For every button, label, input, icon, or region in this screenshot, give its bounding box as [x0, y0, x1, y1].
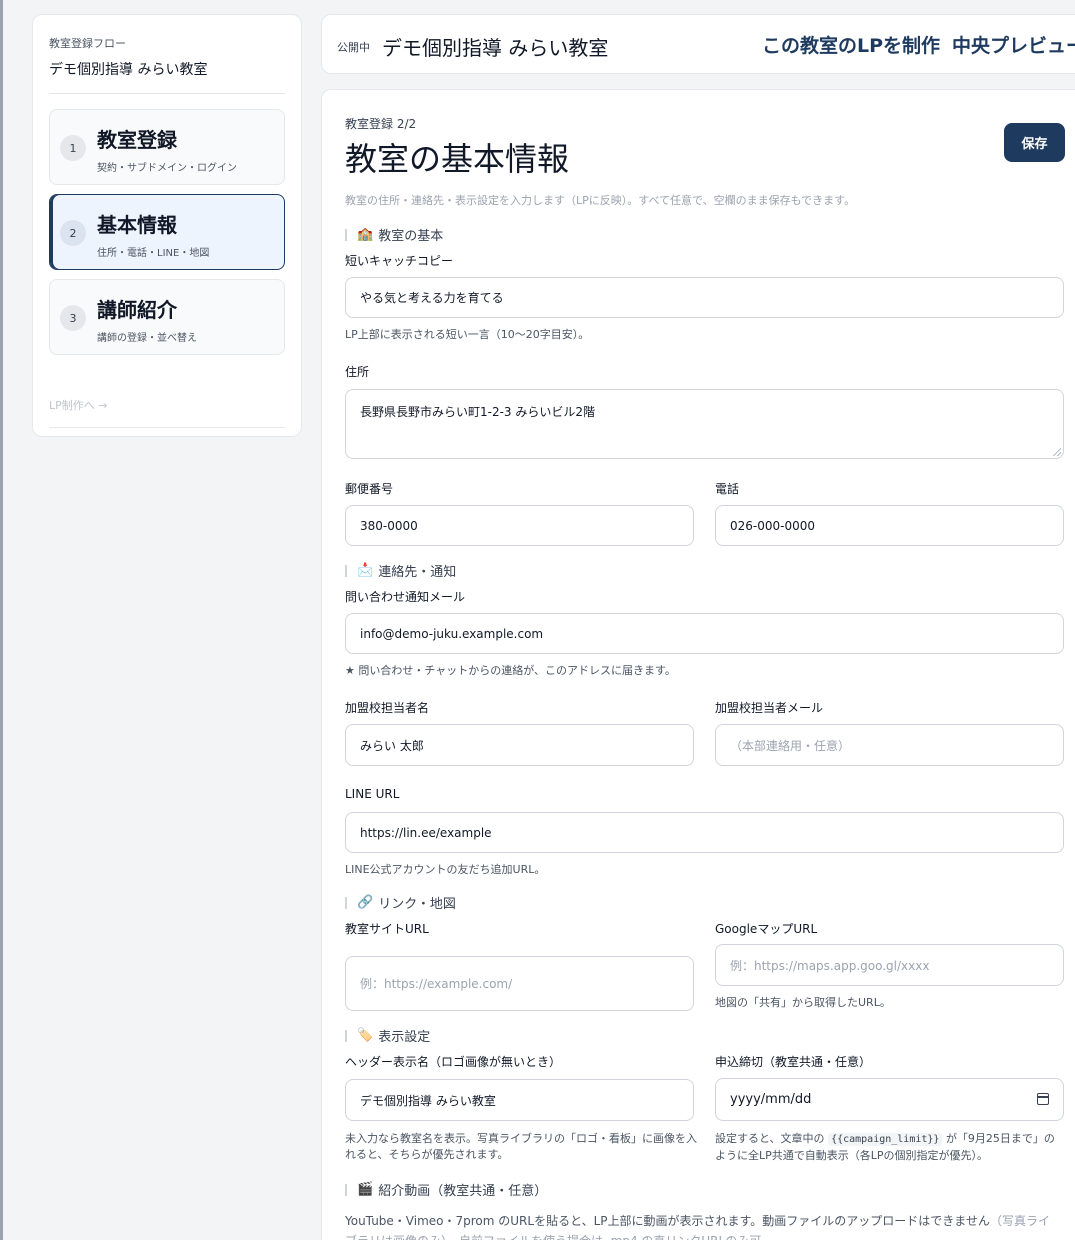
- step-title: 教室登録: [97, 128, 177, 152]
- video-description: YouTube・Vimeo・7prom のURLを貼ると、LP上部に動画が表示さ…: [345, 1211, 1055, 1240]
- step-subtitle: 契約・サブドメイン・ログイン: [97, 163, 237, 174]
- postal-code-label: 郵便番号: [345, 482, 394, 496]
- classroom-name: デモ個別指導 みらい教室: [382, 36, 609, 60]
- section-label: リンク・地図: [378, 897, 456, 912]
- envelope-icon: 📩: [357, 563, 374, 578]
- step-subtitle: 講師の登録・並べ替え: [97, 333, 197, 344]
- line-url-label: LINE URL: [345, 787, 400, 801]
- publish-status-badge: 公開中: [337, 41, 370, 54]
- resize-handle-icon[interactable]: [1053, 448, 1061, 456]
- catch-copy-label: 短いキャッチコピー: [345, 254, 454, 268]
- create-lp-link[interactable]: この教室のLPを制作: [762, 35, 940, 57]
- map-url-label: GoogleマップURL: [715, 922, 818, 936]
- section-bar: [345, 228, 347, 241]
- phone-input[interactable]: 026-000-0000: [715, 505, 1064, 546]
- deadline-date-input[interactable]: yyyy/mm/dd: [715, 1078, 1064, 1121]
- notify-email-input[interactable]: info@demo-juku.example.com: [345, 613, 1064, 654]
- registration-flow-sidebar: 教室登録フロー デモ個別指導 みらい教室 1 教室登録 契約・サブドメイン・ログ…: [32, 14, 302, 437]
- catch-copy-input[interactable]: やる気と考える力を育てる: [345, 277, 1064, 318]
- line-url-input[interactable]: https://lin.ee/example: [345, 812, 1064, 853]
- map-url-input[interactable]: 例：https://maps.app.goo.gl/xxxx: [715, 944, 1064, 986]
- site-url-label: 教室サイトURL: [345, 922, 429, 936]
- notify-email-hint: ★ 問い合わせ・チャットからの連絡が、このアドレスに届きます。: [345, 664, 676, 677]
- deadline-label: 申込締切（教室共通・任意）: [715, 1055, 872, 1069]
- deadline-hint-before: 設定すると、文章中の: [715, 1132, 825, 1145]
- manager-name-input[interactable]: みらい 太郎: [345, 724, 694, 766]
- window-edge: [0, 0, 3, 1240]
- video-description-main: YouTube・Vimeo・7prom のURLを貼ると、LP上部に動画が表示さ…: [345, 1214, 990, 1228]
- form-description: 教室の住所・連絡先・表示設定を入力します（LPに反映）。すべて任意で、空欄のまま…: [345, 194, 856, 207]
- section-bar: [345, 1183, 347, 1196]
- header-links: この教室のLPを制作 中央プレビュー: [762, 31, 1075, 58]
- section-label: 連絡先・通知: [378, 565, 457, 580]
- form-step-kicker: 教室登録 2/2: [345, 117, 417, 131]
- deadline-hint: 設定すると、文章中の {{campaign_limit}} が「9月25日まで」…: [715, 1131, 1065, 1164]
- central-preview-link[interactable]: 中央プレビュー: [952, 35, 1075, 57]
- section-label: 表示設定: [378, 1030, 431, 1045]
- section-label: 教室の基本: [378, 229, 444, 244]
- sidebar-classroom-name: デモ個別指導 みらい教室: [49, 59, 285, 94]
- address-label: 住所: [345, 365, 370, 379]
- page-title: 教室の基本情報: [345, 140, 570, 178]
- manager-name-label: 加盟校担当者名: [345, 701, 430, 715]
- address-textarea[interactable]: 長野県長野市みらい町1-2-3 みらいビル2階: [345, 389, 1064, 459]
- line-url-hint: LINE公式アカウントの友だち追加URL。: [345, 863, 546, 876]
- postal-code-input[interactable]: 380-0000: [345, 505, 694, 546]
- header-name-label: ヘッダー表示名（ロゴ画像が無いとき）: [345, 1055, 562, 1069]
- header-name-input[interactable]: デモ個別指導 みらい教室: [345, 1079, 694, 1121]
- campaign-limit-token: {{campaign_limit}}: [828, 1133, 943, 1146]
- step-basic-info[interactable]: 2 基本情報 住所・電話・LINE・地図: [49, 194, 285, 270]
- step-title: 基本情報: [97, 213, 177, 237]
- sidebar-kicker: 教室登録フロー: [49, 37, 126, 50]
- notify-email-label: 問い合わせ通知メール: [345, 590, 466, 604]
- basic-info-form-card: 教室登録 2/2 教室の基本情報 保存 教室の住所・連絡先・表示設定を入力します…: [321, 89, 1075, 1240]
- save-button[interactable]: 保存: [1004, 123, 1065, 162]
- step-subtitle: 住所・電話・LINE・地図: [97, 248, 210, 259]
- site-url-input[interactable]: 例：https://example.com/: [345, 956, 694, 1011]
- manager-email-label: 加盟校担当者メール: [715, 701, 824, 715]
- step-number-badge: 1: [60, 135, 86, 161]
- section-bar: [345, 564, 347, 577]
- map-url-hint: 地図の「共有」から取得したURL。: [715, 996, 891, 1009]
- phone-label: 電話: [715, 482, 740, 496]
- header-name-hint: 未入力なら教室名を表示。写真ライブラリの「ロゴ・看板」に画像を入れると、そちらが…: [345, 1132, 697, 1161]
- deadline-placeholder: yyyy/mm/dd: [730, 1092, 812, 1107]
- section-heading-links: 🔗 リンク・地図: [345, 893, 456, 912]
- clapperboard-icon: 🎬: [357, 1182, 374, 1197]
- section-heading-display: 🏷️ 表示設定: [345, 1026, 430, 1045]
- address-value: 長野県長野市みらい町1-2-3 みらいビル2階: [360, 405, 596, 419]
- school-icon: 🏫: [357, 227, 374, 242]
- lp-production-link[interactable]: LP制作へ →: [49, 397, 285, 428]
- step-teacher-intro[interactable]: 3 講師紹介 講師の登録・並べ替え: [49, 279, 285, 355]
- manager-email-input[interactable]: （本部連絡用・任意）: [715, 724, 1064, 766]
- catch-copy-hint: LP上部に表示される短い一言（10〜20字目安）。: [345, 328, 590, 341]
- link-icon: 🔗: [357, 895, 374, 910]
- step-classroom-registration[interactable]: 1 教室登録 契約・サブドメイン・ログイン: [49, 109, 285, 185]
- section-bar: [345, 896, 347, 909]
- section-heading-video: 🎬 紹介動画（教室共通・任意）: [345, 1180, 547, 1199]
- section-label: 紹介動画（教室共通・任意）: [378, 1184, 548, 1199]
- calendar-icon[interactable]: [1037, 1093, 1049, 1105]
- step-number-badge: 2: [60, 220, 86, 246]
- step-title: 講師紹介: [97, 298, 177, 322]
- tag-icon: 🏷️: [357, 1028, 374, 1043]
- step-number-badge: 3: [60, 305, 86, 331]
- section-heading-contact: 📩 連絡先・通知: [345, 561, 456, 580]
- section-heading-basic: 🏫 教室の基本: [345, 225, 443, 244]
- classroom-header-bar: 公開中 デモ個別指導 みらい教室 この教室のLPを制作 中央プレビュー: [321, 14, 1075, 74]
- section-bar: [345, 1029, 347, 1042]
